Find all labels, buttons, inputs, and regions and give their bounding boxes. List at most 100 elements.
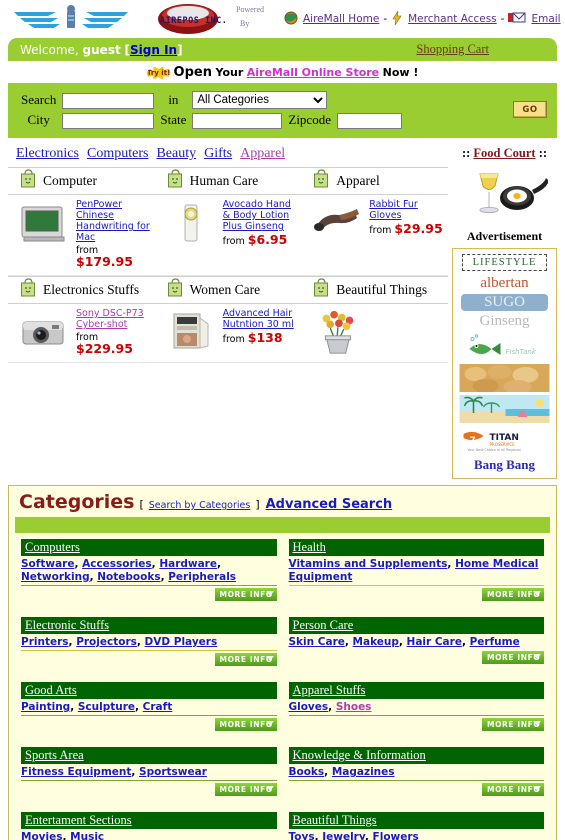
product-price: from $29.95 — [369, 222, 448, 236]
category-title[interactable]: Computers — [21, 539, 277, 556]
cat-link[interactable]: Makeup — [353, 636, 399, 648]
ad-fishtank-image[interactable]: FishTank — [456, 333, 553, 361]
cat-link[interactable]: Sculpture — [78, 701, 135, 713]
airemall-wings-logo[interactable] — [12, 2, 130, 36]
cat-link[interactable]: Movies — [21, 831, 62, 840]
category-title[interactable]: Beautiful Things — [288, 812, 544, 829]
search-input[interactable] — [62, 92, 155, 109]
ad-titan-image[interactable]: 7 TITAN PROSERVICE Your Best Choice in a… — [456, 426, 553, 454]
category-select[interactable]: All Categories — [192, 91, 328, 109]
cat-link[interactable]: Accessories — [82, 558, 152, 570]
product-name-link[interactable]: PenPower Chinese Handwriting for Mac — [76, 199, 150, 243]
link-airemall-home[interactable]: AireMall Home — [303, 13, 379, 25]
cat-link[interactable]: Fitness Equipment — [21, 766, 131, 778]
product-thumbnail-gloves[interactable] — [311, 199, 363, 247]
link-merchant-access[interactable]: Merchant Access — [408, 13, 497, 25]
cat-link[interactable]: Notebooks — [97, 571, 160, 583]
shopping-cart-link[interactable]: Shopping Cart — [416, 42, 489, 56]
ad-lifestyle[interactable]: LIFESTYLE — [462, 254, 547, 271]
airepos-powered-text: Powered — [236, 5, 264, 14]
cat-link[interactable]: Books — [289, 766, 325, 778]
nav-apparel[interactable]: Apparel — [240, 146, 285, 161]
product-thumbnail-hair-device[interactable] — [165, 308, 217, 356]
cat-link[interactable]: Software — [21, 558, 74, 570]
cat-link[interactable]: Peripherals — [168, 571, 236, 583]
category-title[interactable]: Knowledge & Information — [288, 747, 544, 764]
category-title[interactable]: Electronic Stuffs — [21, 617, 277, 634]
category-title[interactable]: Person Care — [288, 617, 544, 634]
product-name-link[interactable]: Avocado Hand & Body Lotion Plus Ginseng — [223, 199, 291, 232]
product-name-link[interactable]: Rabbit Fur Gloves — [369, 199, 418, 221]
nav-gifts[interactable]: Gifts — [204, 146, 232, 161]
cat-link[interactable]: DVD Players — [145, 636, 218, 648]
cat-link[interactable]: Printers — [21, 636, 69, 648]
product-name-link[interactable]: Advanced Hair Nutntion 30 ml — [223, 308, 294, 330]
cat-link[interactable]: Hair Care — [407, 636, 462, 648]
product-thumbnail-lotion[interactable] — [165, 199, 217, 247]
ad-beach-image[interactable] — [456, 395, 553, 423]
category-title[interactable]: Sports Area — [21, 747, 277, 764]
category-title[interactable]: Entertament Sections — [21, 812, 277, 829]
cat-link[interactable]: Hardware — [159, 558, 217, 570]
product-thumbnail-camera[interactable] — [18, 308, 70, 356]
ad-bang-bang[interactable]: Bang Bang — [456, 457, 553, 473]
cat-link[interactable]: Vitamins and Supplements — [289, 558, 448, 570]
cat-link[interactable]: Networking — [21, 571, 90, 583]
cat-link[interactable]: Magazines — [332, 766, 395, 778]
nav-electronics[interactable]: Electronics — [16, 146, 79, 161]
category-title[interactable]: Good Arts — [21, 682, 277, 699]
airemall-online-store-link[interactable]: AireMall Online Store — [247, 66, 379, 79]
more-info-button[interactable]: MORE INFO — [482, 783, 544, 796]
state-input[interactable] — [192, 113, 283, 129]
city-input[interactable] — [62, 113, 155, 129]
more-info-button[interactable]: MORE INFO — [214, 653, 277, 666]
cat-link[interactable]: Jewelry — [322, 831, 365, 840]
product-card — [301, 308, 448, 356]
more-info-button[interactable]: MORE INFO — [482, 588, 544, 601]
advanced-search-link[interactable]: Advanced Search — [266, 497, 393, 512]
ad-food-image[interactable] — [456, 364, 553, 392]
site-header: AIREPOS INC. Powered By AireMall Home - … — [0, 0, 565, 38]
more-info-button[interactable]: MORE INFO — [482, 651, 544, 664]
cat-link[interactable]: Shoes — [336, 701, 372, 713]
category-title[interactable]: Health — [288, 539, 544, 556]
category-block-apparel-stuffs: Apparel Stuffs Gloves, Shoes MORE INFO — [283, 682, 551, 735]
nav-beauty[interactable]: Beauty — [156, 146, 196, 161]
airepos-inc-logo[interactable]: AIREPOS INC. Powered By — [152, 2, 270, 36]
more-info-button[interactable]: MORE INFO — [214, 588, 277, 601]
link-email[interactable]: Email — [531, 13, 560, 25]
go-button[interactable]: GO — [513, 101, 547, 118]
product-thumbnail-flowers[interactable] — [311, 308, 363, 356]
ad-sugo[interactable]: SUGO — [461, 294, 548, 311]
cat-link[interactable]: Painting — [21, 701, 70, 713]
nav-computers[interactable]: Computers — [87, 146, 148, 161]
cat-link[interactable]: Skin Care — [289, 636, 345, 648]
search-by-categories-link[interactable]: Search by Categories — [149, 500, 251, 511]
more-info-button[interactable]: MORE INFO — [214, 783, 277, 796]
more-info-button[interactable]: MORE INFO — [214, 718, 277, 731]
ad-ginseng[interactable]: Ginseng — [456, 313, 553, 330]
product-card: Sony DSC-P73 Cyber-shot from $229.95 — [8, 308, 155, 356]
sign-in-link[interactable]: Sign In — [130, 43, 177, 57]
product-price: from $6.95 — [223, 233, 302, 247]
zipcode-input[interactable] — [336, 113, 402, 129]
promo-open-word: Open — [173, 65, 212, 80]
cat-link[interactable]: Craft — [143, 701, 173, 713]
more-info-button[interactable]: MORE INFO — [482, 718, 544, 731]
category-title[interactable]: Apparel Stuffs — [288, 682, 544, 699]
cat-link[interactable]: Music — [70, 831, 104, 840]
cat-link[interactable]: Perfume — [470, 636, 520, 648]
cat-link[interactable]: Sportswear — [139, 766, 207, 778]
cat-link[interactable]: Toys — [289, 831, 315, 840]
ad-albertan[interactable]: albertan — [456, 275, 553, 292]
more-info-row: MORE INFO — [21, 718, 277, 731]
category-rule — [21, 780, 277, 781]
food-court-link[interactable]: Food Court — [473, 146, 535, 160]
product-thumbnail-penpower[interactable] — [18, 199, 70, 247]
product-name-link[interactable]: Sony DSC-P73 Cyber-shot — [76, 308, 144, 330]
more-info-row: MORE INFO — [289, 783, 544, 796]
cat-link[interactable]: Flowers — [373, 831, 419, 840]
cat-link[interactable]: Gloves — [289, 701, 329, 713]
more-info-row: MORE INFO — [289, 718, 544, 731]
cat-link[interactable]: Projectors — [76, 636, 137, 648]
